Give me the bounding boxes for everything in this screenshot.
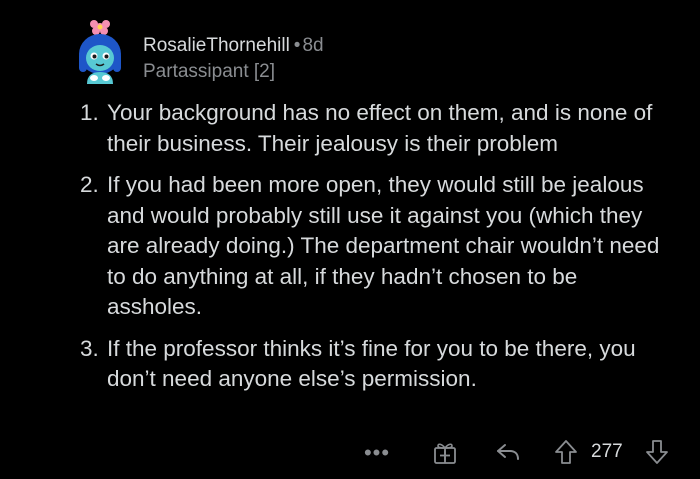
downvote-button[interactable] bbox=[642, 436, 672, 468]
upvote-button[interactable] bbox=[551, 436, 581, 468]
comment-age: 8d bbox=[302, 35, 324, 56]
comment-header: RosalieThornehill • 8d bbox=[143, 34, 324, 58]
list-number: 2. bbox=[80, 172, 99, 197]
list-number: 3. bbox=[80, 335, 99, 361]
upvote-icon bbox=[555, 440, 577, 464]
award-icon bbox=[434, 443, 456, 464]
list-item: 3. If the professor thinks it’s fine for… bbox=[0, 334, 700, 395]
avatar-icon[interactable] bbox=[70, 18, 130, 84]
comment-body: 1. Your background has no effect on them… bbox=[0, 98, 700, 406]
meta-separator: • bbox=[293, 35, 301, 56]
vote-score: 277 bbox=[591, 441, 623, 462]
award-button[interactable] bbox=[430, 436, 460, 468]
reply-icon bbox=[497, 444, 519, 460]
list-text: Your background has no effect on them, a… bbox=[107, 100, 653, 156]
list-number: 1. bbox=[80, 100, 99, 125]
comment: RosalieThornehill • 8d Partassipant [2] 1.… bbox=[0, 0, 700, 479]
reply-button[interactable] bbox=[493, 438, 523, 466]
more-button[interactable]: ••• bbox=[362, 438, 392, 468]
more-icon: ••• bbox=[363, 440, 391, 465]
comment-actions: ••• 277 bbox=[0, 432, 700, 472]
list-text: If you had been more open, they would st… bbox=[107, 172, 660, 319]
downvote-icon bbox=[646, 440, 668, 464]
list-text: If the professor thinks it’s fine for yo… bbox=[107, 335, 636, 392]
list-item: 2. If you had been more open, they would… bbox=[0, 170, 700, 323]
author-name[interactable]: RosalieThornehill bbox=[143, 35, 290, 56]
list-item: 1. Your background has no effect on them… bbox=[0, 98, 700, 159]
user-flair: Partassipant [2] bbox=[143, 61, 276, 82]
